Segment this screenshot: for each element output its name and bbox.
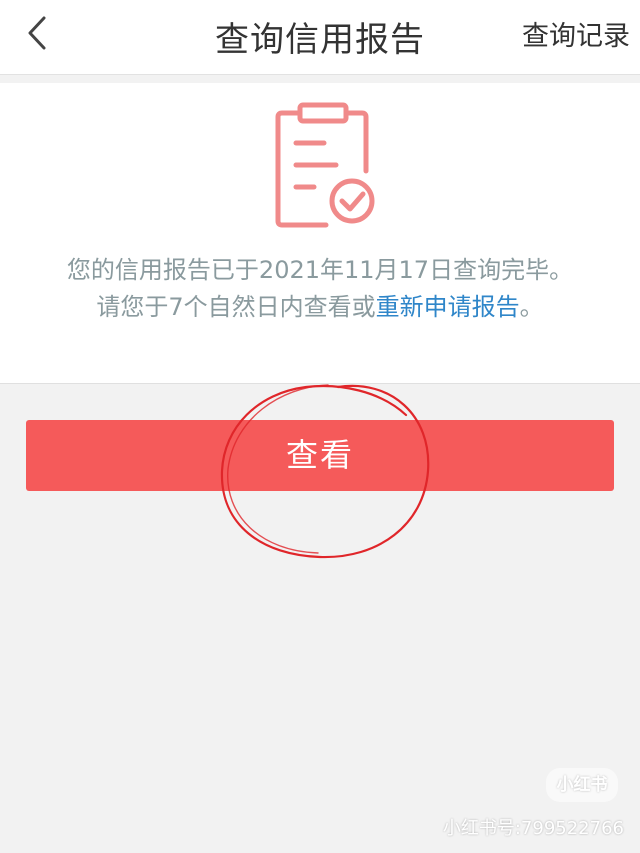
status-message: 您的信用报告已于2021年11月17日查询完毕。 请您于7个自然日内查看或重新申… — [40, 253, 600, 325]
status-message-line2: 请您于7个自然日内查看或重新申请报告。 — [40, 290, 600, 325]
watermark-logo: 小红书 — [546, 768, 618, 802]
status-card: 您的信用报告已于2021年11月17日查询完毕。 请您于7个自然日内查看或重新申… — [0, 83, 640, 384]
query-history-link[interactable]: 查询记录 — [522, 0, 630, 74]
app-screen: 查询信用报告 查询记录 您的信用报告已于2021年11月17日查询完毕。 请您于… — [0, 0, 640, 853]
status-message-suffix: 。 — [519, 293, 544, 321]
back-button[interactable] — [18, 12, 62, 56]
reapply-report-link[interactable]: 重新申请报告 — [376, 293, 520, 321]
nav-bar: 查询信用报告 查询记录 — [0, 0, 640, 75]
chevron-left-icon — [28, 16, 46, 50]
divider — [0, 75, 640, 83]
status-message-line1: 您的信用报告已于2021年11月17日查询完毕。 — [66, 256, 574, 284]
status-message-prefix: 请您于7个自然日内查看或 — [96, 293, 376, 321]
report-check-icon — [275, 102, 375, 228]
watermark-id: 小红书号:799522766 — [442, 818, 624, 839]
view-report-button[interactable]: 查看 — [26, 420, 614, 491]
